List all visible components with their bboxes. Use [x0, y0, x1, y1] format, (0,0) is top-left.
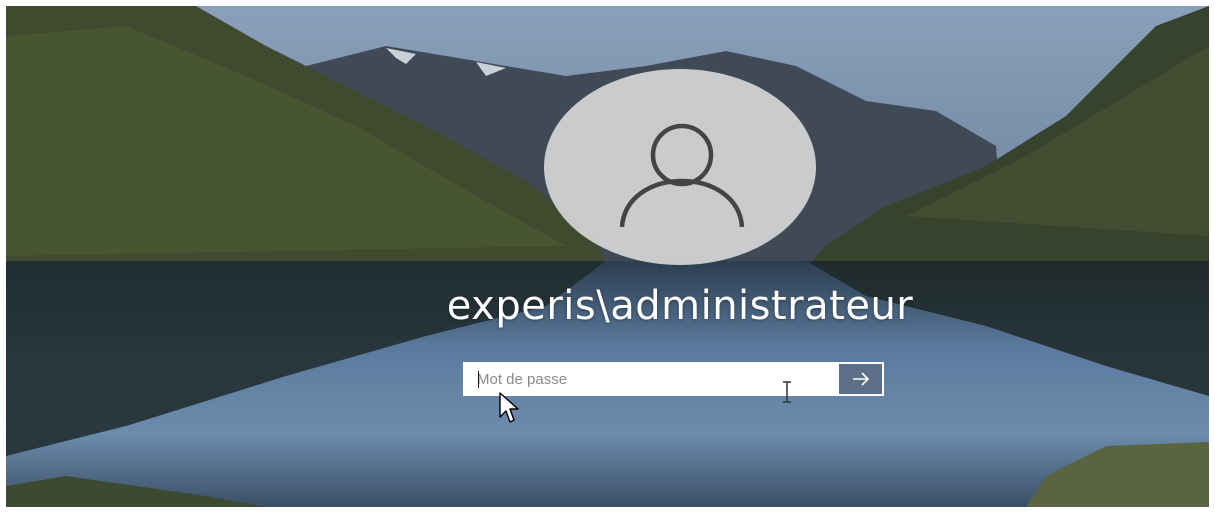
user-avatar — [544, 69, 816, 265]
text-caret — [478, 371, 479, 388]
password-field-container — [463, 362, 884, 396]
mouse-pointer-icon — [499, 392, 519, 423]
lock-screen — [6, 6, 1209, 507]
submit-password-button[interactable] — [839, 364, 882, 394]
arrow-right-icon — [852, 372, 869, 386]
user-silhouette-icon — [619, 123, 745, 228]
ibeam-cursor-icon — [783, 381, 791, 403]
user-display-name: experis\administrateur — [446, 283, 914, 329]
